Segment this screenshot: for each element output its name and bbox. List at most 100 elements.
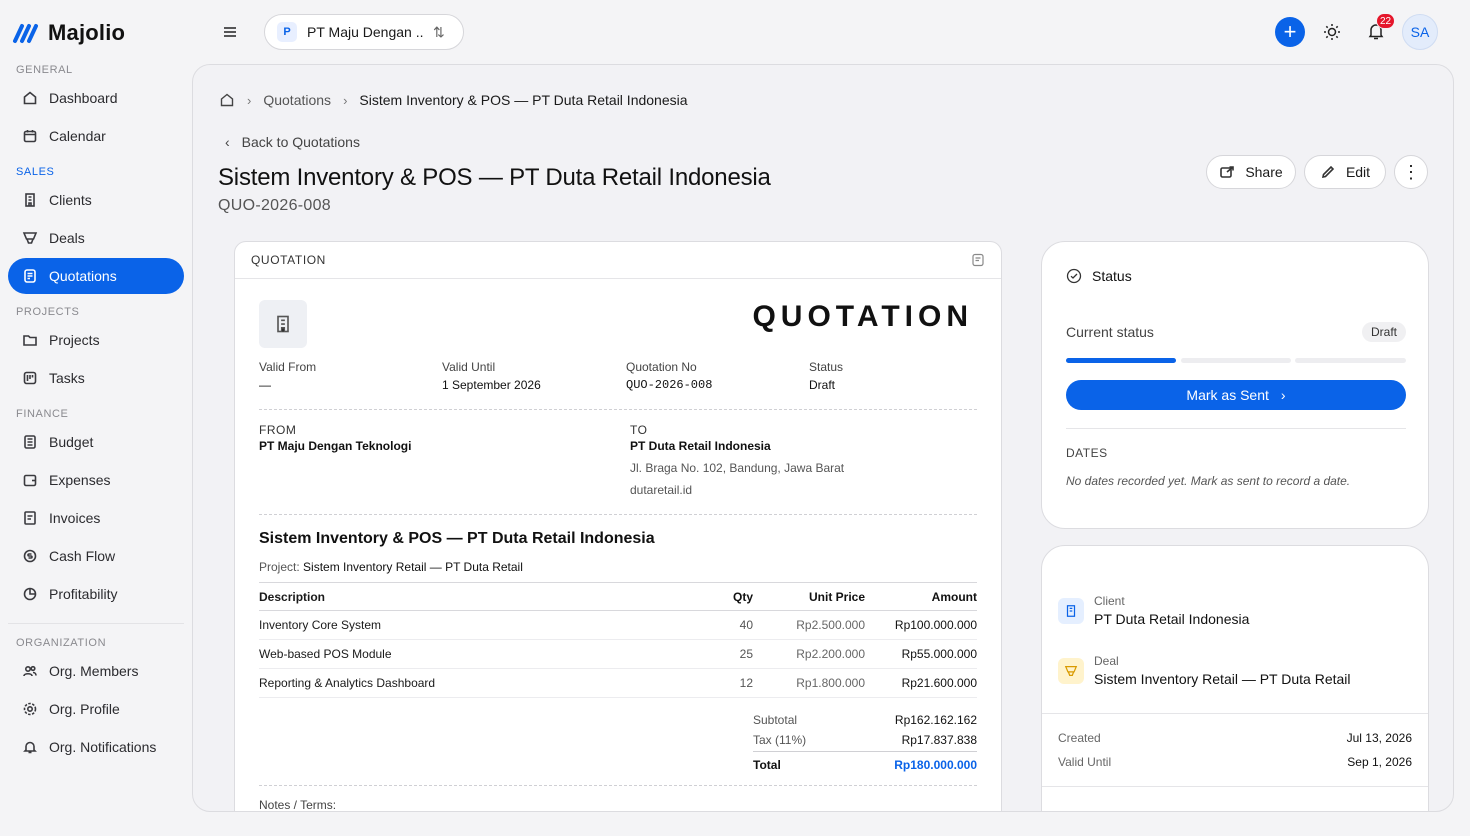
sidebar-item-cash-flow[interactable]: Cash Flow <box>8 538 184 574</box>
document-card-label: QUOTATION <box>251 253 326 267</box>
from-label: FROM <box>259 423 297 437</box>
dates-label: DATES <box>1066 446 1108 460</box>
sidebar-item-label: Profitability <box>49 586 118 602</box>
mark-as-sent-label: Mark as Sent <box>1186 387 1269 403</box>
cell-amount: Rp55.000.000 <box>901 647 977 661</box>
menu-icon[interactable] <box>222 24 238 40</box>
sidebar-item-label: Org. Profile <box>49 701 120 717</box>
check-circle-icon <box>1066 268 1082 284</box>
building-icon <box>1066 605 1076 617</box>
section-divider <box>259 409 977 410</box>
col-qty: Qty <box>732 589 753 604</box>
edit-button[interactable]: Edit <box>1304 155 1386 189</box>
sidebar-item-expenses[interactable]: Expenses <box>8 462 184 498</box>
cell-qty: 40 <box>739 618 753 632</box>
share-icon <box>1220 166 1235 178</box>
note-icon[interactable] <box>971 253 985 267</box>
document-title: Sistem Inventory & POS — PT Duta Retail … <box>259 530 655 547</box>
building-icon <box>25 193 35 207</box>
cell-amount: Rp21.600.000 <box>901 676 977 690</box>
subtotal-row: Subtotal Rp162.162.162 <box>753 713 977 727</box>
cell-description: Web-based POS Module <box>259 647 392 661</box>
sidebar-item-org-profile[interactable]: Org. Profile <box>8 691 184 727</box>
dates-empty-text: No dates recorded yet. Mark as sent to r… <box>1066 474 1351 488</box>
sidebar-item-label: Tasks <box>49 370 85 386</box>
share-button[interactable]: Share <box>1206 155 1296 189</box>
chevron-right-icon: › <box>1280 387 1286 403</box>
section-divider <box>259 785 977 786</box>
calendar-icon <box>23 130 37 143</box>
deal-link[interactable]: Sistem Inventory Retail — PT Duta Retail <box>1094 671 1351 687</box>
sidebar-item-label: Projects <box>49 332 100 348</box>
users-icon <box>23 665 37 677</box>
chevron-right-icon: › <box>247 92 252 108</box>
sidebar-item-label: Invoices <box>49 510 101 526</box>
col-description: Description <box>259 589 326 604</box>
sidebar-item-label: Calendar <box>49 128 106 144</box>
meta-label: Valid Until <box>442 360 496 374</box>
gear-icon <box>23 702 37 716</box>
cell-qty: 12 <box>739 676 753 690</box>
section-sales: SALES <box>16 166 55 178</box>
sidebar-item-label: Cash Flow <box>49 548 116 564</box>
cell-unit-price: Rp2.200.000 <box>796 647 865 661</box>
sidebar-item-tasks[interactable]: Tasks <box>8 360 184 396</box>
sidebar-item-clients[interactable]: Clients <box>8 182 184 218</box>
meta-value: — <box>259 378 271 392</box>
breadcrumb-quotations[interactable]: Quotations <box>263 92 331 108</box>
meta-label: Status <box>809 360 844 374</box>
chevron-left-icon: ‹ <box>225 134 230 150</box>
meta-label: Quotation No <box>626 360 697 374</box>
sidebar-item-label: Dashboard <box>49 90 118 106</box>
logo-mark-icon <box>13 24 38 43</box>
sidebar: Majolio GENERAL Dashboard Calendar SALES… <box>0 0 192 836</box>
current-status-label: Current status <box>1066 324 1154 340</box>
sidebar-item-projects[interactable]: Projects <box>8 322 184 358</box>
sidebar-item-quotations[interactable]: Quotations <box>8 258 184 294</box>
create-button[interactable]: + <box>1275 17 1305 47</box>
home-icon[interactable] <box>219 92 235 108</box>
cell-unit-price: Rp1.800.000 <box>796 676 865 690</box>
back-label: Back to Quotations <box>241 134 360 150</box>
project-name: Sistem Inventory Retail — PT Duta Retail <box>303 560 523 574</box>
user-avatar[interactable]: SA <box>1402 14 1438 50</box>
meta-value: Draft <box>809 378 836 392</box>
org-switcher[interactable]: P PT Maju Dengan ... ⇅ <box>264 14 464 50</box>
status-card: Status Current status Draft Mark as Sent… <box>1041 241 1429 529</box>
sidebar-item-profitability[interactable]: Profitability <box>8 576 184 612</box>
sidebar-item-label: Clients <box>49 192 92 208</box>
relations-divider <box>1042 786 1428 787</box>
quotation-code: QUO-2026-008 <box>218 197 331 214</box>
budget-icon <box>24 435 36 449</box>
project-label: Project: <box>259 560 300 574</box>
funnel-icon <box>22 232 38 244</box>
section-organization: ORGANIZATION <box>16 637 107 649</box>
back-link[interactable]: ‹ Back to Quotations <box>225 134 360 150</box>
document-header: QUOTATION <box>235 242 1001 279</box>
notes-label: Notes / Terms: <box>259 798 337 812</box>
sidebar-item-label: Org. Members <box>49 663 139 679</box>
col-amount: Amount <box>931 589 977 604</box>
sidebar-item-deals[interactable]: Deals <box>8 220 184 256</box>
client-link[interactable]: PT Duta Retail Indonesia <box>1094 611 1249 627</box>
meta-label: Valid From <box>259 360 317 374</box>
funnel-icon <box>1064 666 1078 676</box>
more-options-button[interactable]: ⋮ <box>1394 155 1428 189</box>
sidebar-item-invoices[interactable]: Invoices <box>8 500 184 536</box>
pie-chart-icon <box>23 587 37 601</box>
tax-value: Rp17.837.838 <box>901 733 977 747</box>
sidebar-item-org-members[interactable]: Org. Members <box>8 653 184 689</box>
app-name: Majolio <box>48 20 126 45</box>
deal-icon-box <box>1058 658 1084 684</box>
meta-value: QUO-2026-008 <box>626 378 713 392</box>
mark-as-sent-button[interactable]: Mark as Sent › <box>1066 380 1406 410</box>
theme-toggle-sun-icon[interactable] <box>1322 22 1342 42</box>
sidebar-item-budget[interactable]: Budget <box>8 424 184 460</box>
sidebar-item-calendar[interactable]: Calendar <box>8 118 184 154</box>
section-projects: PROJECTS <box>16 306 80 318</box>
app-logo[interactable]: Majolio <box>12 20 125 46</box>
building-icon <box>277 315 289 333</box>
line-items-table: Description Qty Unit Price Amount Invent… <box>259 582 977 698</box>
sidebar-item-dashboard[interactable]: Dashboard <box>8 80 184 116</box>
sidebar-item-org-notifications[interactable]: Org. Notifications <box>8 729 184 765</box>
